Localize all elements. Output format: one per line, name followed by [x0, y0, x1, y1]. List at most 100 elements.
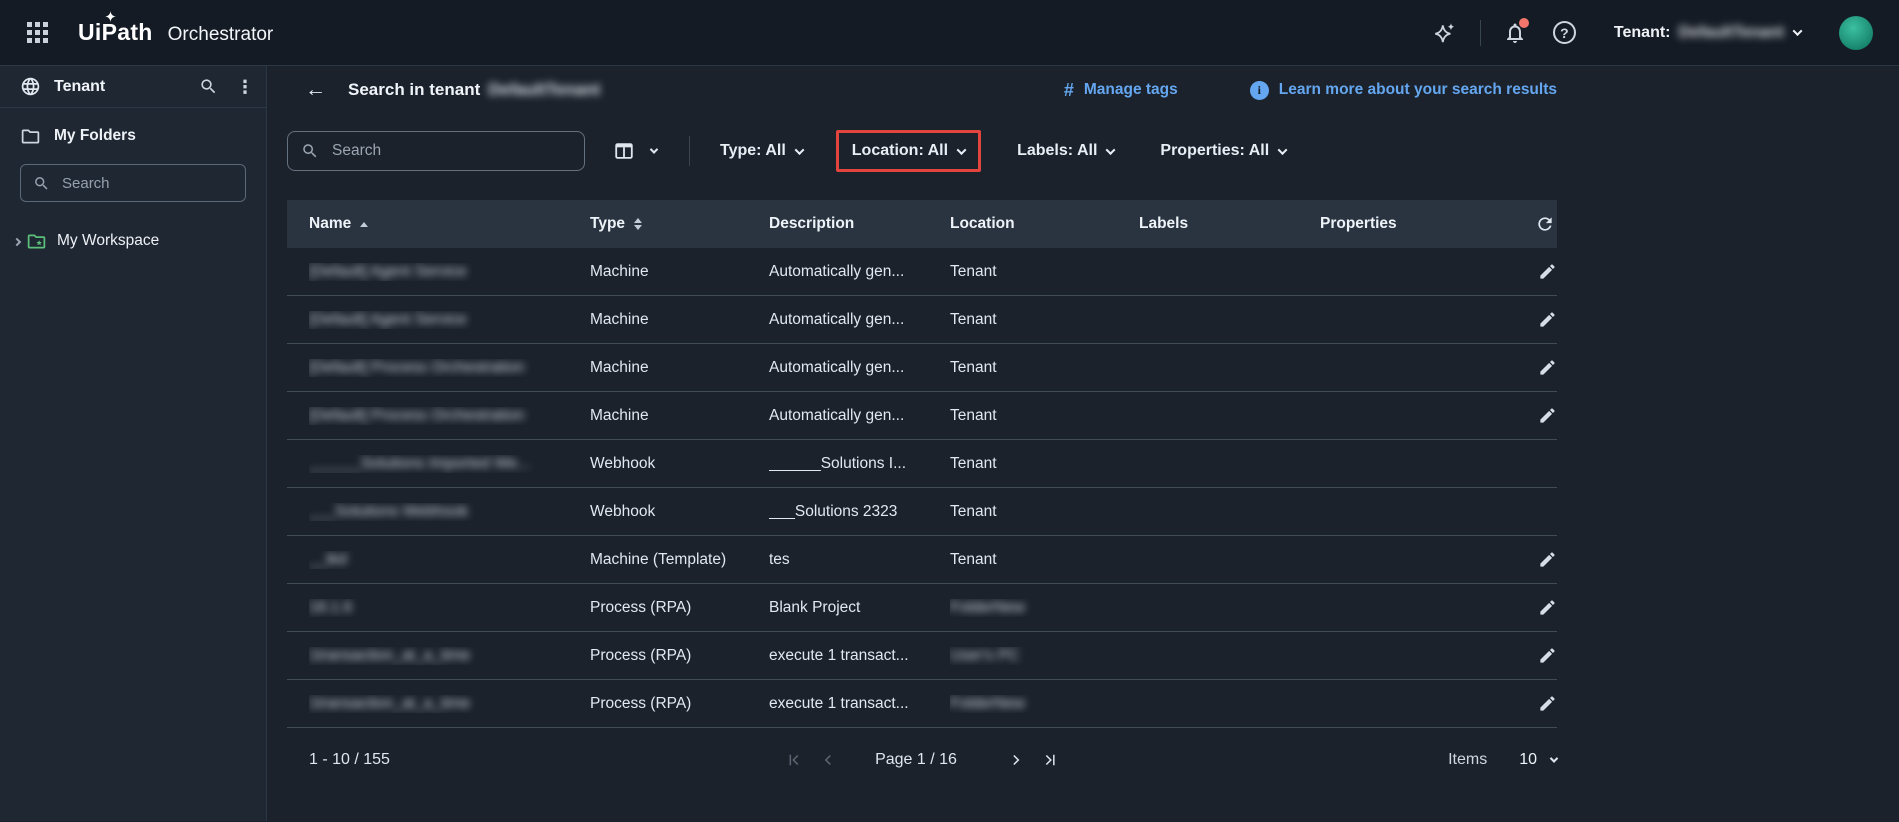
table-row[interactable]: [Default] Process Orchestration Machine …	[287, 344, 1557, 392]
refresh-icon[interactable]	[1535, 214, 1555, 234]
table-row[interactable]: [Default] Agent Service Machine Automati…	[287, 248, 1557, 296]
sidebar-search-icon[interactable]	[199, 77, 218, 96]
notification-dot	[1518, 17, 1529, 28]
items-label: Items	[1448, 751, 1488, 768]
row-type: Machine	[590, 406, 649, 424]
row-location: Tenant	[950, 262, 997, 280]
row-location: Tenant	[950, 358, 997, 376]
notifications-bell-icon[interactable]	[1503, 17, 1529, 45]
app-launcher-icon[interactable]	[27, 22, 48, 43]
table-row[interactable]: 1transaction_at_a_time Process (RPA) exe…	[287, 680, 1557, 728]
main-content: ← Search in tenant DefaultTenant # Manag…	[267, 66, 1899, 821]
column-chooser-button[interactable]	[613, 140, 659, 162]
sidebar: Tenant ⋮ My Folders My Workspace	[0, 66, 267, 821]
next-page-icon[interactable]	[999, 751, 1033, 769]
pagination: 1 - 10 / 155 Page 1 / 16 Items 10	[287, 728, 1559, 792]
row-description: Automatically gen...	[769, 310, 905, 328]
back-arrow-icon[interactable]: ←	[301, 78, 330, 102]
row-name[interactable]: [Default] Agent Service	[309, 311, 467, 328]
first-page-icon[interactable]	[777, 751, 811, 769]
edit-pencil-icon[interactable]	[1538, 358, 1557, 377]
column-header-description: Description	[769, 215, 855, 232]
row-description: Blank Project	[769, 598, 861, 616]
row-name[interactable]: 1transaction_at_a_time	[309, 647, 470, 664]
edit-pencil-icon[interactable]	[1538, 598, 1557, 617]
row-name[interactable]: 18.1.6	[309, 599, 352, 616]
sidebar-title: Tenant	[54, 77, 106, 95]
ai-sparkle-icon[interactable]	[1432, 20, 1458, 46]
labels-filter[interactable]: Labels: All	[1017, 142, 1116, 160]
chevron-down-icon	[956, 144, 967, 155]
page-indicator: Page 1 / 16	[875, 751, 957, 768]
items-value: 10	[1519, 751, 1537, 768]
row-type: Machine	[590, 310, 649, 328]
location-filter[interactable]: Location: All	[852, 142, 967, 160]
row-name[interactable]: 1transaction_at_a_time	[309, 695, 470, 712]
table-row[interactable]: __tkd Machine (Template) tes Tenant	[287, 536, 1557, 584]
help-icon[interactable]: ?	[1552, 21, 1576, 44]
sidebar-item-my-folders[interactable]: My Folders	[0, 116, 266, 156]
sidebar-item-my-workspace[interactable]: My Workspace	[0, 222, 266, 260]
table-row[interactable]: 18.1.6 Process (RPA) Blank Project Folde…	[287, 584, 1557, 632]
row-description: Automatically gen...	[769, 358, 905, 376]
row-location: Tenant	[950, 502, 997, 520]
expand-chevron-icon[interactable]	[8, 228, 26, 254]
sidebar-search-box[interactable]	[20, 164, 246, 202]
row-description: tes	[769, 550, 790, 568]
type-filter[interactable]: Type: All	[720, 142, 805, 160]
row-description: Automatically gen...	[769, 406, 905, 424]
my-folders-label: My Folders	[54, 127, 136, 144]
search-tenant-name: DefaultTenant	[488, 80, 601, 99]
last-page-icon[interactable]	[1033, 751, 1067, 769]
table-row[interactable]: ___Solutions Webhook Webhook ___Solution…	[287, 488, 1557, 536]
row-name[interactable]: ___Solutions Webhook	[309, 503, 468, 520]
edit-pencil-icon[interactable]	[1538, 646, 1557, 665]
annotation-highlight-box: Location: All	[835, 130, 982, 172]
edit-pencil-icon[interactable]	[1538, 550, 1557, 569]
chevron-down-icon	[1549, 754, 1559, 763]
edit-pencil-icon[interactable]	[1538, 694, 1557, 713]
chevron-down-icon	[1277, 144, 1288, 155]
prev-page-icon[interactable]	[811, 751, 845, 769]
column-header-name[interactable]: Name	[309, 215, 590, 233]
row-description: execute 1 transact...	[769, 646, 909, 664]
search-box[interactable]	[287, 131, 585, 171]
edit-pencil-icon[interactable]	[1538, 262, 1557, 281]
brand-logo[interactable]: UiPath Orchestrator	[78, 11, 273, 46]
search-icon	[303, 144, 317, 158]
row-name[interactable]: [Default] Process Orchestration	[309, 407, 524, 424]
column-header-type[interactable]: Type	[590, 215, 769, 233]
row-description: ___Solutions 2323	[769, 502, 898, 520]
row-type: Machine	[590, 262, 649, 280]
row-location: Tenant	[950, 550, 997, 568]
table-row[interactable]: ______Solutions Imported We... Webhook _…	[287, 440, 1557, 488]
row-name[interactable]: __tkd	[309, 551, 347, 568]
items-per-page[interactable]: Items 10	[1448, 751, 1559, 769]
edit-pencil-icon[interactable]	[1538, 310, 1557, 329]
row-name[interactable]: ______Solutions Imported We...	[309, 455, 530, 472]
row-name[interactable]: [Default] Process Orchestration	[309, 359, 524, 376]
table-row[interactable]: 1transaction_at_a_time Process (RPA) exe…	[287, 632, 1557, 680]
tenant-switcher[interactable]: Tenant: DefaultTenant	[1614, 24, 1803, 42]
row-name[interactable]: [Default] Agent Service	[309, 263, 467, 280]
table-row[interactable]: [Default] Agent Service Machine Automati…	[287, 296, 1557, 344]
edit-pencil-icon[interactable]	[1538, 406, 1557, 425]
logo-sparkle-icon	[105, 11, 116, 22]
pagination-range: 1 - 10 / 155	[309, 751, 390, 768]
row-description: ______Solutions I...	[769, 454, 907, 472]
globe-icon	[21, 77, 40, 96]
sidebar-menu-kebab-icon[interactable]: ⋮	[236, 78, 254, 96]
manage-tags-link[interactable]: # Manage tags	[1064, 80, 1178, 101]
column-header-labels: Labels	[1139, 215, 1189, 232]
properties-filter[interactable]: Properties: All	[1160, 142, 1288, 160]
table-row[interactable]: [Default] Process Orchestration Machine …	[287, 392, 1557, 440]
row-location: FolderNew	[950, 694, 1025, 712]
search-icon	[35, 176, 48, 190]
search-input[interactable]	[330, 141, 560, 161]
sidebar-search-input[interactable]	[60, 173, 210, 193]
learn-more-link[interactable]: i Learn more about your search results	[1249, 80, 1557, 100]
folder-icon	[21, 129, 40, 143]
user-avatar[interactable]	[1839, 15, 1873, 50]
page-title: Search in tenant DefaultTenant	[348, 80, 601, 99]
results-table: Name Type Description Location Labels Pr…	[287, 200, 1557, 728]
